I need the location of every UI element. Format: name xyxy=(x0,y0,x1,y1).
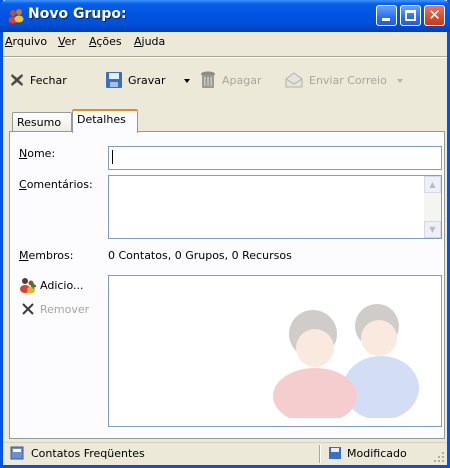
tab-resumo-label: Resumo xyxy=(17,116,62,129)
adicionar-label: Adicio... xyxy=(40,278,84,292)
envelope-icon xyxy=(285,72,303,88)
close-window-button[interactable]: ✕ xyxy=(424,5,445,26)
membros-label: Membros: xyxy=(19,249,74,262)
nome-input[interactable] xyxy=(108,146,442,170)
fechar-button[interactable]: Fechar xyxy=(9,70,67,90)
add-member-icon xyxy=(20,278,36,294)
tab-detalhes[interactable]: Detalhes xyxy=(72,109,138,133)
tab-strip: Resumo Detalhes xyxy=(3,107,447,133)
menu-arquivo[interactable]: Arquivo xyxy=(5,35,47,48)
close-x-icon xyxy=(11,74,23,86)
close-icon: ✕ xyxy=(428,6,441,24)
remover-button[interactable]: Remover xyxy=(21,302,89,316)
minimize-icon xyxy=(382,18,390,21)
group-icon xyxy=(8,9,24,24)
group-watermark-icon xyxy=(273,304,419,418)
menu-ver[interactable]: Ver xyxy=(58,35,76,48)
members-summary: 0 Contatos, 0 Grupos, 0 Recursos xyxy=(108,249,292,262)
details-panel: Nome: Comentários: ▲ ▼ Membros: 0 Contat… xyxy=(9,131,445,439)
status-folder-label: Contatos Freqüentes xyxy=(31,446,145,460)
save-disk-small-icon xyxy=(329,447,341,459)
minimize-button[interactable] xyxy=(376,5,397,26)
address-book-icon xyxy=(10,446,24,460)
fechar-label: Fechar xyxy=(30,73,67,87)
adicionar-button[interactable]: Adicio... xyxy=(19,276,84,294)
enviar-dropdown-icon[interactable] xyxy=(397,79,403,83)
remover-label: Remover xyxy=(40,302,90,316)
scroll-up-icon[interactable]: ▲ xyxy=(424,176,441,193)
status-modified: Modificado xyxy=(328,446,407,460)
window-title: Novo Grupo: xyxy=(28,6,127,22)
remove-x-icon xyxy=(22,303,34,315)
toolbar: Fechar Gravar Apagar Enviar Correio xyxy=(3,58,447,102)
enviar-correio-button[interactable]: Enviar Correio xyxy=(284,70,387,90)
tab-detalhes-label: Detalhes xyxy=(77,113,126,126)
text-caret xyxy=(112,150,113,164)
status-divider xyxy=(319,445,321,463)
resize-grip-icon[interactable] xyxy=(433,451,445,463)
tab-resumo[interactable]: Resumo xyxy=(12,112,72,132)
members-list[interactable] xyxy=(108,275,442,427)
status-modified-label: Modificado xyxy=(347,446,407,460)
gravar-label: Gravar xyxy=(128,73,166,87)
scroll-down-icon[interactable]: ▼ xyxy=(424,221,441,238)
save-disk-icon xyxy=(106,72,122,88)
trash-icon xyxy=(201,71,215,88)
menu-acoes[interactable]: Ações xyxy=(89,35,122,48)
status-bar: Contatos Freqüentes Modificado xyxy=(3,442,447,465)
comentarios-label: Comentários: xyxy=(19,178,93,191)
status-folder: Contatos Freqüentes xyxy=(10,446,145,460)
nome-label: Nome: xyxy=(19,147,56,160)
menu-ajuda[interactable]: Ajuda xyxy=(134,35,165,48)
apagar-label: Apagar xyxy=(222,73,262,87)
group-window: Novo Grupo: ✕ Arquivo Ver Ações Ajuda Fe… xyxy=(0,0,450,468)
maximize-button[interactable] xyxy=(400,5,421,26)
gravar-dropdown-icon[interactable] xyxy=(184,79,190,83)
comentarios-scrollbar[interactable]: ▲ ▼ xyxy=(424,176,441,238)
enviar-correio-label: Enviar Correio xyxy=(309,73,387,87)
gravar-button[interactable]: Gravar xyxy=(105,70,166,90)
menu-bar: Arquivo Ver Ações Ajuda xyxy=(3,32,447,52)
maximize-icon xyxy=(405,10,416,21)
comentarios-textarea[interactable]: ▲ ▼ xyxy=(108,175,442,239)
apagar-button[interactable]: Apagar xyxy=(199,70,262,90)
title-bar[interactable]: Novo Grupo: ✕ xyxy=(0,0,450,32)
